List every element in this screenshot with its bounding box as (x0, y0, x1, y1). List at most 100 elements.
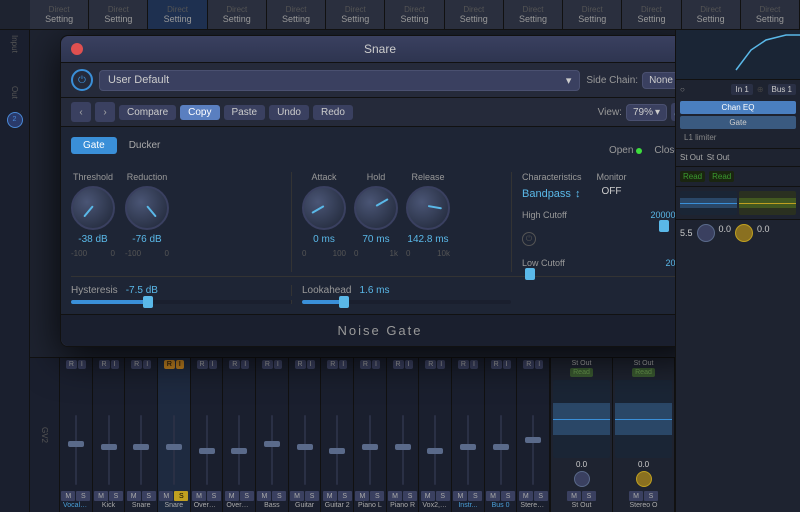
instr-fader-thumb[interactable] (460, 444, 476, 450)
stout1-read-button[interactable]: Read (570, 368, 593, 377)
snare1-s-button[interactable]: S (142, 491, 156, 501)
instr-r-button[interactable]: R (458, 360, 469, 369)
plugin-close-button[interactable] (71, 43, 83, 55)
undo-button[interactable]: Undo (269, 105, 309, 120)
copy-button[interactable]: Copy (180, 105, 219, 120)
kick-r-button[interactable]: R (99, 360, 110, 369)
bass-m-button[interactable]: M (257, 491, 271, 501)
overheadl-fader-thumb[interactable] (199, 448, 215, 454)
kick-m-button[interactable]: M (94, 491, 108, 501)
lookahead-slider[interactable] (302, 300, 511, 304)
overheadr-i-button[interactable]: I (241, 360, 249, 369)
compare-button[interactable]: Compare (119, 105, 176, 120)
input-toggle[interactable]: 2 (7, 112, 23, 128)
pianr-i-button[interactable]: I (405, 360, 413, 369)
guitar2-i-button[interactable]: I (339, 360, 347, 369)
pianl-i-button[interactable]: I (372, 360, 380, 369)
pianl-fader-thumb[interactable] (362, 444, 378, 450)
kick-s-button[interactable]: S (109, 491, 123, 501)
guitar-r-button[interactable]: R (295, 360, 306, 369)
lookahead-thumb[interactable] (339, 296, 349, 308)
stereoo-r-button[interactable]: R (523, 360, 534, 369)
snare2-m-button[interactable]: M (159, 491, 173, 501)
vox-s-button[interactable]: S (436, 491, 450, 501)
overheadl-i-button[interactable]: I (209, 360, 217, 369)
snare2-s-button[interactable]: S (174, 491, 188, 501)
stereoo-fader-thumb[interactable] (525, 437, 541, 443)
hysteresis-thumb[interactable] (143, 296, 153, 308)
pianr-r-button[interactable]: R (393, 360, 404, 369)
gate-tab[interactable]: Gate (71, 137, 117, 154)
guitar-s-button[interactable]: S (305, 491, 319, 501)
overheadl-s-button[interactable]: S (207, 491, 221, 501)
sidechain-selector[interactable]: None ▾ (642, 72, 675, 89)
kick-fader-thumb[interactable] (101, 444, 117, 450)
stout2-pan-knob[interactable] (636, 471, 652, 487)
bass-fader-thumb[interactable] (264, 441, 280, 447)
view-selector[interactable]: 79% ▾ (626, 104, 667, 121)
reduction-knob[interactable] (125, 186, 169, 230)
snare2-r-button[interactable]: R (164, 360, 175, 369)
stereoo-i-button[interactable]: I (535, 360, 543, 369)
bass-r-button[interactable]: R (262, 360, 273, 369)
guitar2-fader-thumb[interactable] (329, 448, 345, 454)
release-knob[interactable] (406, 186, 450, 230)
hold-knob[interactable] (354, 186, 398, 230)
instr-s-button[interactable]: S (468, 491, 482, 501)
vocalbus-m-button[interactable]: M (61, 491, 75, 501)
stout2-read-button[interactable]: Read (632, 368, 655, 377)
paste-button[interactable]: Paste (224, 105, 266, 120)
snare2-fader-thumb[interactable] (166, 444, 182, 450)
preset-selector[interactable]: User Default ▾ (99, 70, 580, 91)
snare1-i-button[interactable]: I (143, 360, 151, 369)
hysteresis-slider[interactable] (71, 300, 291, 304)
bus0-i-button[interactable]: I (503, 360, 511, 369)
redo-button[interactable]: Redo (313, 105, 353, 120)
bass-s-button[interactable]: S (272, 491, 286, 501)
vox-m-button[interactable]: M (421, 491, 435, 501)
overheadr-fader-thumb[interactable] (231, 448, 247, 454)
bus0-r-button[interactable]: R (491, 360, 502, 369)
high-cutoff-thumb[interactable] (659, 220, 669, 232)
snare2-i-button[interactable]: I (176, 360, 184, 369)
guitar-i-button[interactable]: I (307, 360, 315, 369)
snare1-m-button[interactable]: M (127, 491, 141, 501)
threshold-knob[interactable] (71, 186, 115, 230)
pianr-fader-thumb[interactable] (395, 444, 411, 450)
stout2-m-button[interactable]: M (629, 491, 643, 501)
stereoo-m-button[interactable]: M (519, 491, 533, 501)
gate-insert-button[interactable]: Gate (680, 116, 796, 129)
vocalbus-fader-thumb[interactable] (68, 441, 84, 447)
overheadl-r-button[interactable]: R (197, 360, 208, 369)
guitar2-r-button[interactable]: R (327, 360, 338, 369)
characteristics-selector[interactable]: Bandpass ↕ (522, 188, 582, 200)
vocalbus-s-button[interactable]: S (76, 491, 90, 501)
vox-i-button[interactable]: I (437, 360, 445, 369)
overheadr-m-button[interactable]: M (225, 491, 239, 501)
chan-eq-button[interactable]: Chan EQ (680, 101, 796, 114)
stereoo-s-button[interactable]: S (534, 491, 548, 501)
vocalbus-i-button[interactable]: I (78, 360, 86, 369)
low-cutoff-thumb[interactable] (525, 268, 535, 280)
bass-i-button[interactable]: I (274, 360, 282, 369)
nav-back-button[interactable]: ‹ (71, 102, 91, 122)
overheadl-m-button[interactable]: M (192, 491, 206, 501)
plugin-power-button[interactable]: ⏻ (71, 69, 93, 91)
overheadr-s-button[interactable]: S (240, 491, 254, 501)
guitar2-s-button[interactable]: S (338, 491, 352, 501)
pianl-m-button[interactable]: M (355, 491, 369, 501)
stout2-s-button[interactable]: S (644, 491, 658, 501)
cutoff-power-button[interactable]: ⏻ (522, 232, 536, 246)
l1-button[interactable]: L1 limiter (680, 131, 796, 144)
overheadr-r-button[interactable]: R (229, 360, 240, 369)
kick-i-button[interactable]: I (111, 360, 119, 369)
pianl-s-button[interactable]: S (370, 491, 384, 501)
stout1-pan-knob[interactable] (574, 471, 590, 487)
vox-r-button[interactable]: R (425, 360, 436, 369)
vocalbus-r-button[interactable]: R (66, 360, 77, 369)
link-button[interactable]: 🔗 (671, 103, 675, 121)
pianr-m-button[interactable]: M (388, 491, 402, 501)
nav-forward-button[interactable]: › (95, 102, 115, 122)
pan-knob-1[interactable] (697, 224, 715, 242)
pianr-s-button[interactable]: S (403, 491, 417, 501)
